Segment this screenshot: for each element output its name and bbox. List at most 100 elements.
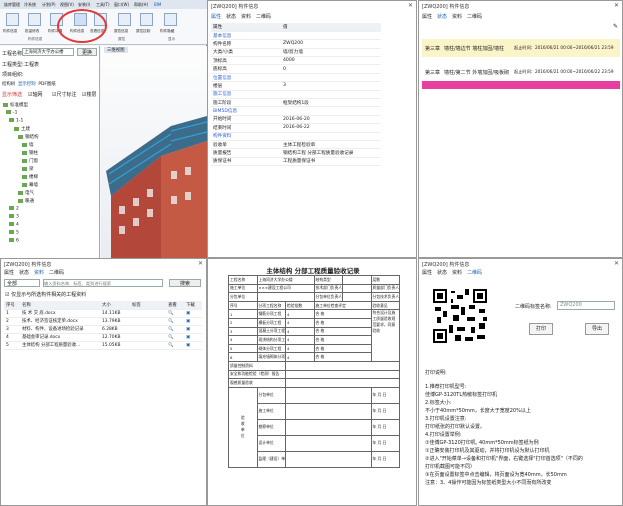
tree-node[interactable]: 5: [9, 230, 19, 236]
tab-status[interactable]: 状态: [226, 13, 236, 20]
view-icon[interactable]: 🔍: [166, 333, 184, 342]
tree-node[interactable]: 钢柱: [22, 150, 38, 156]
form-title: 主体结构 分部工程质量验收记录: [266, 267, 360, 275]
table-row[interactable]: 4 基础会审记录.docx 12.70KB 🔍 ▣: [4, 333, 202, 342]
tree-node[interactable]: 钢结构: [18, 134, 39, 140]
tab-status[interactable]: 状态: [437, 269, 447, 276]
status-row[interactable]: 第三章 墙柱/墙边节 墙柱加固/墙柱 起止时间：2016/06/21 00:00…: [422, 39, 620, 57]
subtab-display[interactable]: 显示控制: [18, 82, 36, 87]
tree-node[interactable]: 墙: [22, 142, 34, 148]
ribbon-tab[interactable]: 计划(P): [42, 2, 56, 8]
building-model: [106, 116, 208, 258]
tree-node[interactable]: 楼梯: [22, 174, 38, 180]
ribbon-tab[interactable]: 工具(T): [96, 2, 110, 8]
project-name-select[interactable]: 上海同济大学办公楼: [22, 48, 74, 56]
tab-docs[interactable]: 资料: [34, 269, 44, 276]
tab-bar: 属性 状态 资料 二维码: [4, 269, 69, 276]
ribbon-tab[interactable]: 窗口(W): [114, 2, 129, 8]
download-icon[interactable]: ▣: [184, 309, 202, 318]
subtab-pdf[interactable]: PDF图纸: [38, 82, 55, 87]
hide-component-icon[interactable]: [164, 13, 177, 26]
dimension-checkbox[interactable]: ☑尺寸标注: [52, 91, 77, 98]
tab-status[interactable]: 状态: [19, 269, 29, 276]
main-app-window: 族库管理 冷系统 计划(P) 视图(V) 安装(I) 工具(T) 窗口(W) 帮…: [0, 0, 208, 258]
search-button[interactable]: 搜索: [169, 279, 201, 287]
tree-node[interactable]: 6: [9, 238, 19, 244]
tab-status[interactable]: 状态: [437, 13, 447, 20]
tab-qrcode[interactable]: 二维码: [49, 269, 64, 276]
subtab-tree[interactable]: 结构树: [2, 82, 15, 87]
doc-search-input[interactable]: [43, 279, 163, 287]
view-icon[interactable]: 🔍: [166, 317, 184, 326]
tab-docs[interactable]: 资料: [452, 13, 462, 20]
view-icon[interactable]: 🔍: [166, 325, 184, 334]
close-icon[interactable]: ✕: [198, 260, 203, 267]
tree-node[interactable]: 门窗: [22, 158, 38, 164]
download-icon[interactable]: ▣: [184, 333, 202, 342]
batch-edit-icon[interactable]: [28, 13, 41, 26]
group-label: 属性: [118, 37, 126, 41]
tree-node[interactable]: 3: [9, 214, 19, 220]
property-info-icon[interactable]: [118, 13, 131, 26]
tab-qrcode[interactable]: 二维码: [467, 13, 482, 20]
component-info-icon[interactable]: [6, 13, 19, 26]
tree-node[interactable]: 1-1: [9, 118, 23, 124]
tab-property[interactable]: 属性: [211, 13, 221, 20]
filter-button[interactable]: 显示筛选: [2, 91, 22, 98]
tree-node[interactable]: 2: [9, 206, 19, 212]
tree-node[interactable]: 电气: [18, 190, 34, 196]
table-row: 1 钢筋分项工程 4 合 格符合设计及施工质量验收规范要求，同意验收: [228, 309, 400, 362]
ribbon-tab[interactable]: 安装(I): [78, 2, 90, 8]
ribbon-tab[interactable]: 冷系统: [24, 2, 36, 8]
table-row[interactable]: 5 主体结构 分部工程质量验收... 15.05KB 🔍 ▣: [4, 341, 202, 350]
tree-node[interactable]: 土建: [14, 126, 30, 132]
view-icon[interactable]: 🔍: [166, 341, 184, 350]
qr-name-input[interactable]: ZWQ200: [557, 301, 615, 310]
close-icon[interactable]: ✕: [614, 2, 619, 9]
scope-select[interactable]: 全部: [4, 279, 40, 287]
table-row[interactable]: 3 材料、构件、设备进场检验记录 6.28KB 🔍 ▣: [4, 325, 202, 334]
axis-checkbox[interactable]: ☑轴网: [28, 91, 43, 98]
export-button[interactable]: 导出: [585, 323, 609, 335]
download-icon[interactable]: ▣: [184, 341, 202, 350]
stage-label: 第三章: [425, 70, 441, 76]
tree-node[interactable]: 幕墙: [22, 182, 38, 188]
property-row: 顶标高 4000: [211, 56, 381, 66]
tree-node[interactable]: 暖通: [18, 198, 34, 204]
stage-time: 起止时间：2016/06/21 00:00~2016/06/22 23:59: [514, 69, 614, 74]
tree-node[interactable]: -1: [6, 110, 18, 116]
3d-view[interactable]: 三维视图: [101, 46, 208, 258]
tab-qrcode[interactable]: 二维码: [467, 269, 482, 276]
tree-node[interactable]: 梁: [22, 166, 34, 172]
ribbon-tab[interactable]: 帮助(H): [134, 2, 148, 8]
view-tab[interactable]: 三维视图: [104, 47, 128, 53]
close-icon[interactable]: ✕: [408, 2, 413, 9]
print-button[interactable]: 打印: [529, 323, 553, 335]
tab-bar: 属性 状态 资料 二维码: [422, 269, 487, 276]
switch-project-button[interactable]: 更换: [77, 48, 97, 56]
left-panel: 工程名称: 上海同济大学办公楼 更换 工程类型: 工程表 项目组织: 结构树 显…: [0, 46, 100, 258]
ribbon-tab[interactable]: 族库管理: [4, 2, 20, 8]
close-icon[interactable]: ✕: [614, 260, 619, 267]
property-control-icon[interactable]: [140, 13, 153, 26]
tab-docs[interactable]: 资料: [241, 13, 251, 20]
tree-node[interactable]: 标准模型: [3, 102, 28, 108]
qrcode-window: [ZWQ200] 构件信息 ✕ 属性 状态 资料 二维码 二维码标签名称: ZWQ20…: [418, 258, 623, 506]
download-icon[interactable]: ▣: [184, 317, 202, 326]
ribbon-tab[interactable]: 视图(V): [60, 2, 74, 8]
table-row[interactable]: 1技 术 交 底.docx 14.11KB 🔍 ▣: [4, 309, 202, 318]
floor-checkbox[interactable]: ☑楼层: [82, 91, 97, 98]
download-icon[interactable]: ▣: [184, 325, 202, 334]
tree-node[interactable]: 4: [9, 222, 19, 228]
table-row[interactable]: 2 技术、经济签证核定单.docx 13.79KB 🔍 ▣: [4, 317, 202, 326]
status-row[interactable]: 第三章 墙柱/第二节 外墙加固/吸板砌 起止时间：2016/06/21 00:0…: [422, 65, 620, 79]
tab-property[interactable]: 属性: [422, 13, 432, 20]
tab-property[interactable]: 属性: [422, 269, 432, 276]
tab-docs[interactable]: 资料: [452, 269, 462, 276]
tab-qrcode[interactable]: 二维码: [256, 13, 271, 20]
tab-property[interactable]: 属性: [4, 269, 14, 276]
related-only-checkbox[interactable]: ☑ 仅显示与所选构件相关的工程资料: [5, 291, 86, 298]
ribbon-tab-bim[interactable]: BIM: [154, 2, 161, 7]
view-icon[interactable]: 🔍: [166, 309, 184, 318]
edit-icon[interactable]: ✎: [613, 23, 618, 30]
